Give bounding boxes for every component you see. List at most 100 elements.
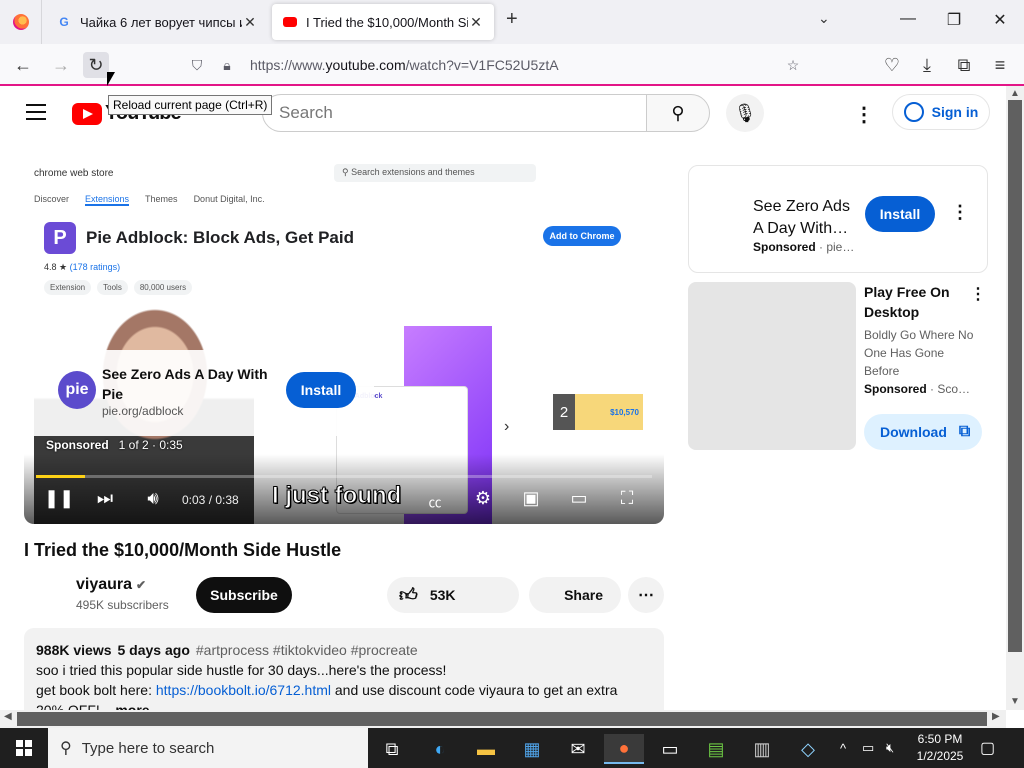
ad-title[interactable]: See Zero Ads A Day With Pie xyxy=(102,364,272,404)
list-all-tabs-icon[interactable]: ⌄ xyxy=(818,10,830,27)
miniplayer-icon[interactable]: ▣ xyxy=(516,488,546,509)
tab-youtube-active[interactable]: I Tried the $10,000/Month Side Hustle ✕ xyxy=(272,4,494,40)
app-menu-icon[interactable]: ≡ xyxy=(987,52,1013,78)
ad-install-button[interactable]: Install xyxy=(286,372,356,408)
horizontal-scrollbar[interactable]: ◀ ▶ xyxy=(0,710,1006,728)
url-bar[interactable]: ⛉ 🔒︎ https://www.youtube.com/watch?v=V1F… xyxy=(182,50,808,80)
next-icon[interactable]: ⏭︎ xyxy=(90,488,120,509)
voice-search-button[interactable]: 🎙︎ xyxy=(726,94,764,132)
lock-icon[interactable]: 🔒︎ xyxy=(212,57,242,74)
extensions-icon[interactable]: ⧉ xyxy=(951,52,977,78)
sidebar-ad2-desc: Boldly Go Where No One Has Gone Before xyxy=(864,328,974,378)
show-more-link[interactable]: ...more xyxy=(104,702,150,710)
pocket-icon[interactable]: ♡ xyxy=(879,52,905,78)
description-box[interactable]: 988K views 5 days ago #artprocess #tiktokv… xyxy=(24,628,664,710)
description-meta: 988K views 5 days ago #artprocess #tiktokv… xyxy=(36,642,418,658)
next-ad-thumbnail: $10,570 xyxy=(610,407,639,417)
app-icon-gray[interactable]: ▥ xyxy=(742,734,782,764)
volume-icon[interactable]: 🔊︎ xyxy=(138,488,168,509)
file-explorer-icon[interactable]: ▬ xyxy=(466,734,506,764)
store-icon[interactable]: ▦ xyxy=(512,734,552,764)
volume-muted-icon[interactable]: 🔇︎ xyxy=(886,728,894,768)
terminal-icon[interactable]: ▭ xyxy=(650,734,690,764)
vertical-scrollbar[interactable]: ▲ ▼ xyxy=(1006,86,1024,710)
closed-captions-icon[interactable]: ㏄ xyxy=(420,492,450,511)
vertical-scroll-thumb[interactable] xyxy=(1008,100,1022,652)
new-tab-button[interactable]: + xyxy=(506,8,518,31)
close-tab-icon[interactable]: ✕ xyxy=(242,14,258,31)
pie-ad-logo[interactable]: pie xyxy=(58,371,96,409)
tray-chevron-icon[interactable]: ^ xyxy=(840,728,846,768)
close-tab-icon[interactable]: ✕ xyxy=(468,14,484,31)
app-icon-blue[interactable]: ◇ xyxy=(788,734,828,764)
sign-in-button[interactable]: Sign in xyxy=(892,94,990,130)
maximize-button[interactable]: ❐ xyxy=(944,10,964,30)
scroll-down-arrow[interactable]: ▼ xyxy=(1006,696,1024,707)
google-g-icon: G xyxy=(59,15,69,29)
pause-icon[interactable]: ❚❚ xyxy=(44,488,74,509)
sidebar-install-button[interactable]: Install xyxy=(865,196,935,232)
close-window-button[interactable]: ✕ xyxy=(990,10,1010,30)
more-actions-button[interactable]: ⋯ xyxy=(628,577,664,613)
clock[interactable]: 6:50 PM 1/2/2025 xyxy=(914,731,966,765)
sidebar-ad-pie[interactable]: See Zero Ads A Day With… Sponsored · pie… xyxy=(688,165,988,273)
taskbar-search[interactable]: ⚲ Type here to search xyxy=(48,728,368,768)
notifications-icon[interactable]: ▢ xyxy=(980,738,995,758)
video-player[interactable]: chrome web store ⚲ Search extensions and… xyxy=(24,164,664,524)
subscribe-button[interactable]: Subscribe xyxy=(196,577,292,613)
video-title: I Tried the $10,000/Month Side Hustle xyxy=(24,540,342,560)
app-icon-green[interactable]: ▤ xyxy=(696,734,736,764)
account-icon xyxy=(903,102,924,122)
like-button[interactable]: 👍︎ 53K xyxy=(387,577,519,613)
bookbolt-link[interactable]: https://bookbolt.io/6712.html xyxy=(156,682,331,698)
share-button[interactable]: Share xyxy=(529,577,621,613)
description-line-3: 20% OFF! ...more xyxy=(36,700,652,710)
sidebar-ad-kebab-icon[interactable]: ⋮ xyxy=(951,202,969,223)
channel-name[interactable]: viyaura ✔ xyxy=(76,576,146,594)
shield-icon[interactable]: ⛉ xyxy=(182,57,212,74)
download-button[interactable]: Download ⧉ xyxy=(864,414,982,450)
settings-kebab-icon[interactable]: ⋮ xyxy=(854,102,874,127)
firefox-menu-icon[interactable] xyxy=(0,0,42,44)
hamburger-menu-icon[interactable] xyxy=(26,104,46,125)
extension-tags: Extension Tools 80,000 users xyxy=(44,280,193,295)
network-icon[interactable]: ▭ xyxy=(862,728,874,768)
subscriber-count: 495K subscribers xyxy=(76,598,169,612)
start-button[interactable] xyxy=(0,728,48,768)
task-view-icon[interactable]: ⧉ xyxy=(372,734,412,764)
minimize-button[interactable]: — xyxy=(898,10,918,28)
sidebar-ad2-kebab-icon[interactable]: ⋮ xyxy=(970,284,986,304)
channel-avatar[interactable] xyxy=(24,576,64,616)
ad-url[interactable]: pie.org/adblock xyxy=(102,404,183,418)
forward-button[interactable]: → xyxy=(48,52,74,78)
chevron-right-icon[interactable]: › xyxy=(504,418,509,436)
external-link-icon: ⧉ xyxy=(958,423,971,440)
scroll-up-arrow[interactable]: ▲ xyxy=(1006,88,1024,99)
next-ad-preview[interactable]: 2 $10,570 xyxy=(553,394,643,430)
horizontal-scroll-thumb[interactable] xyxy=(17,712,987,726)
downloads-icon[interactable]: ⤓ xyxy=(914,52,940,78)
search-input[interactable]: Search xyxy=(262,94,648,132)
thumbs-up-icon: 👍︎ xyxy=(399,585,418,605)
sidebar-ad2-title[interactable]: Play Free On Desktop xyxy=(864,282,964,322)
reload-button[interactable]: ↻ xyxy=(83,52,109,78)
youtube-page: YouTube Search ⚲ 🎙︎ ⋮ Sign in chrome web… xyxy=(0,88,1006,710)
extension-rating: 4.8 ★ (178 ratings) xyxy=(44,262,121,272)
verified-check-icon: ✔ xyxy=(136,578,147,592)
tab-chaika[interactable]: G Чайка 6 лет ворует чипсы из магазина ✕ xyxy=(46,4,268,40)
theater-mode-icon[interactable]: ▭ xyxy=(564,488,594,509)
windows-logo-icon xyxy=(16,740,32,756)
progress-bar[interactable] xyxy=(36,475,652,478)
settings-gear-icon[interactable]: ⚙ xyxy=(468,488,498,509)
scroll-left-arrow[interactable]: ◀ xyxy=(4,711,12,722)
fullscreen-icon[interactable]: ⛶ xyxy=(612,488,642,509)
bookmark-star-icon[interactable]: ☆ xyxy=(778,57,808,74)
scroll-right-arrow[interactable]: ▶ xyxy=(992,711,1000,722)
mail-icon[interactable]: ✉ xyxy=(558,734,598,764)
sidebar-ad-thumbnail[interactable] xyxy=(688,282,856,450)
back-button[interactable]: ← xyxy=(10,52,36,78)
firefox-taskbar-icon[interactable]: ● xyxy=(604,734,644,764)
search-icon: ⚲ xyxy=(60,740,72,757)
edge-icon[interactable]: ◐ xyxy=(420,734,460,764)
search-button[interactable]: ⚲ xyxy=(646,94,710,132)
